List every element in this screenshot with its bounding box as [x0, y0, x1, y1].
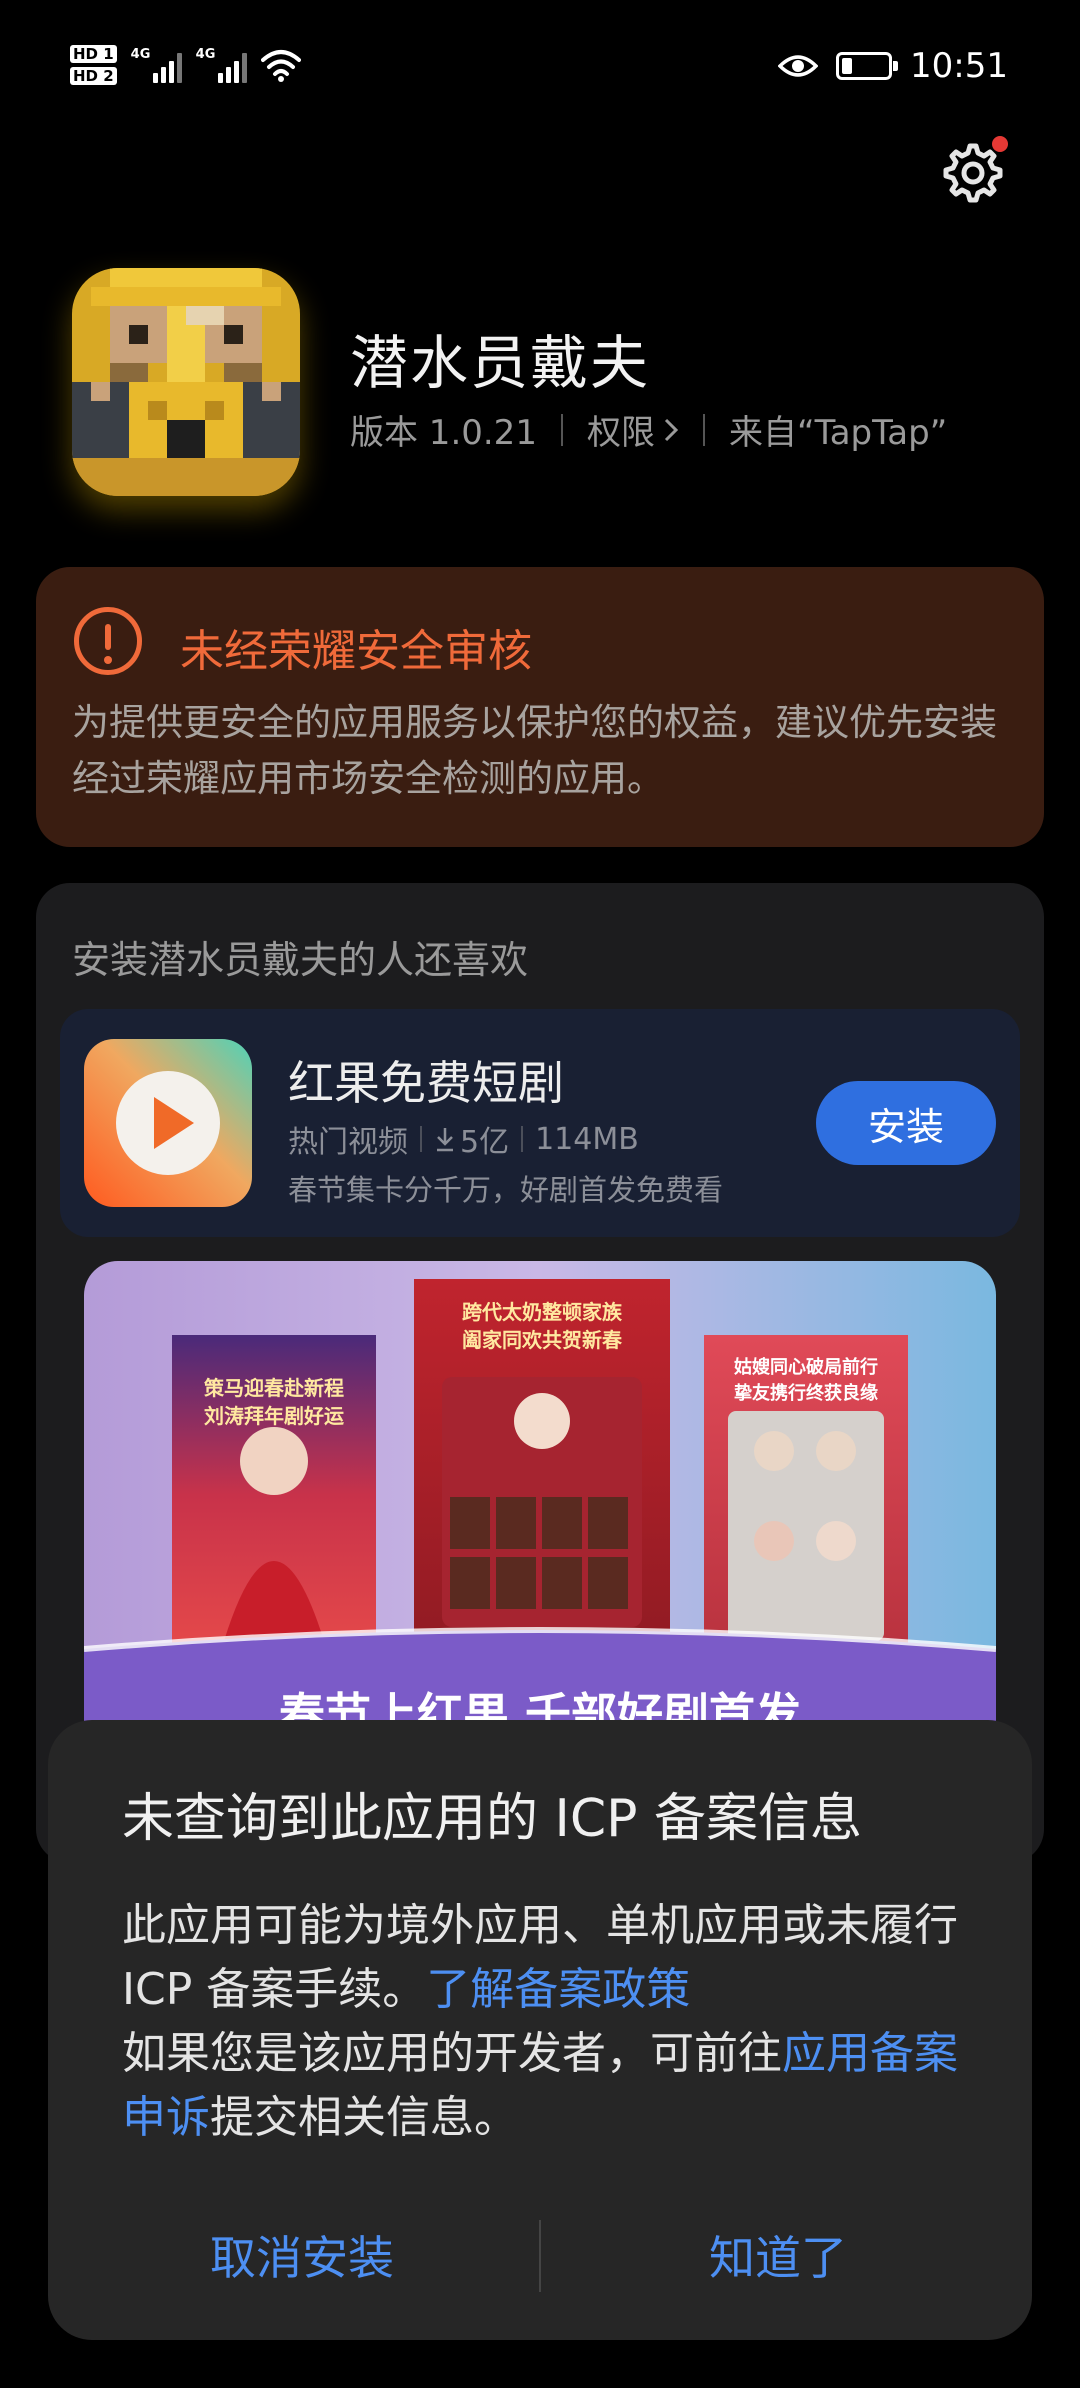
app-version: 版本 1.0.21	[350, 413, 537, 453]
warning-title: 未经荣耀安全审核	[180, 626, 532, 677]
recommend-title: 安装潜水员戴夫的人还喜欢	[72, 938, 529, 982]
download-count: 5亿	[460, 1125, 510, 1160]
network-2-label: 4G	[195, 47, 216, 62]
status-right: 10:51	[778, 44, 1008, 88]
battery-icon	[836, 52, 899, 80]
app-category: 热门视频	[288, 1125, 408, 1160]
app-size: 114MB	[535, 1121, 639, 1157]
app-source: 来自“TapTap”	[728, 413, 948, 453]
dialog-buttons: 取消安装 知道了	[48, 2210, 1032, 2300]
network-1-label: 4G	[130, 47, 151, 62]
signal-2-icon: 4G	[196, 47, 247, 83]
recommended-app-desc: 春节集卡分千万，好剧首发免费看	[288, 1173, 724, 1207]
cancel-install-button[interactable]: 取消安装	[72, 2210, 532, 2300]
eye-icon	[778, 55, 819, 77]
wifi-icon	[260, 50, 301, 82]
permissions-link[interactable]: 权限	[587, 405, 679, 454]
button-divider	[539, 2220, 541, 2292]
poster1-line2: 刘涛拜年剧好运	[204, 1404, 344, 1428]
dialog-text-3: 提交相关信息。	[210, 2092, 518, 2143]
poster3-line1: 姑嫂同心破局前行	[734, 1356, 878, 1378]
dialog-text-2: 如果您是该应用的开发者，可前往	[122, 2028, 782, 2079]
app-name: 潜水员戴夫	[350, 329, 651, 397]
status-left: HD 1 HD 2 4G 4G	[70, 40, 301, 90]
policy-link[interactable]: 了解备案政策	[426, 1964, 690, 2015]
permissions-label: 权限	[586, 413, 655, 453]
recommended-app-icon	[84, 1039, 252, 1207]
dialog-body: 此应用可能为境外应用、单机应用或未履行 ICP 备案手续。了解备案政策 如果您是…	[122, 1894, 982, 2150]
poster2-line1: 跨代太奶整顿家族	[462, 1300, 623, 1324]
divider	[702, 413, 705, 446]
divider	[560, 413, 563, 446]
poster1-line1: 策马迎春赴新程	[204, 1376, 344, 1400]
app-icon	[72, 268, 300, 496]
hd-indicators: HD 1 HD 2	[70, 45, 117, 85]
poster2-line2: 阖家同欢共贺新春	[462, 1328, 623, 1352]
chevron-right-icon	[664, 418, 679, 441]
icp-dialog: 未查询到此应用的 ICP 备案信息 此应用可能为境外应用、单机应用或未履行 IC…	[48, 1720, 1032, 2340]
warning-body: 为提供更安全的应用服务以保护您的权益，建议优先安装经过荣耀应用市场安全检测的应用…	[72, 701, 997, 800]
status-bar: HD 1 HD 2 4G 4G 10:51	[0, 0, 1080, 130]
security-warning-card: 未经荣耀安全审核 为提供更安全的应用服务以保护您的权益，建议优先安装经过荣耀应用…	[36, 567, 1044, 847]
poster3-line2: 挚友携行终获良缘	[734, 1382, 878, 1404]
app-meta: 版本 1.0.21 权限 来自“TapTap”	[350, 405, 947, 454]
exclamation-icon	[74, 607, 142, 675]
recommended-app-item[interactable]: 红果免费短剧 热门视频 5亿 114MB 春节集卡分千万，好剧首发免费看 安装	[60, 1009, 1020, 1237]
dialog-title: 未查询到此应用的 ICP 备案信息	[122, 1789, 863, 1849]
divider	[521, 1126, 524, 1152]
hd2-badge: HD 2	[70, 67, 117, 85]
recommend-card: 安装潜水员戴夫的人还喜欢 红果免费短剧 热门视频 5亿 114MB 春节集卡分千…	[36, 883, 1044, 1863]
hd1-badge: HD 1	[70, 45, 117, 63]
settings-button[interactable]	[938, 136, 1008, 206]
install-button[interactable]: 安装	[816, 1081, 996, 1165]
acknowledge-button[interactable]: 知道了	[548, 2210, 1008, 2300]
clock: 10:51	[910, 46, 1008, 86]
recommended-app-meta: 热门视频 5亿 114MB	[288, 1117, 639, 1161]
signal-1-icon: 4G	[131, 47, 182, 83]
recommended-app-name: 红果免费短剧	[288, 1056, 564, 1110]
divider	[420, 1126, 422, 1152]
notification-dot	[992, 136, 1008, 152]
download-icon	[437, 1128, 453, 1152]
